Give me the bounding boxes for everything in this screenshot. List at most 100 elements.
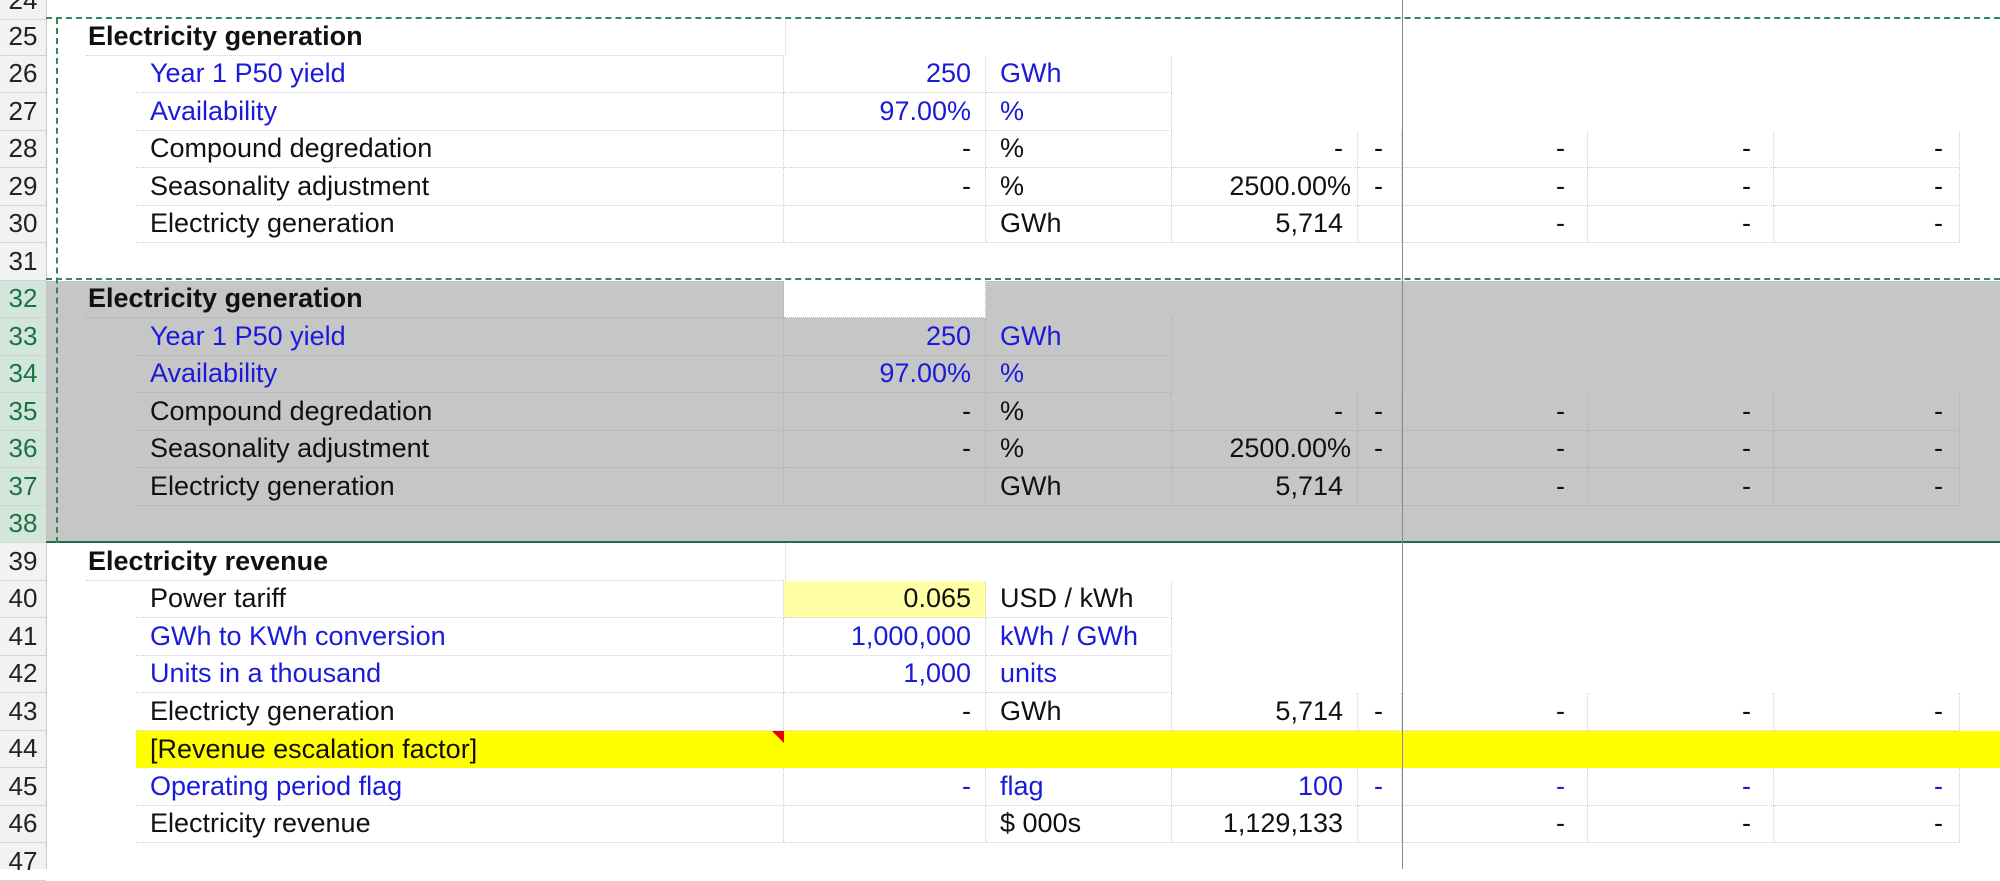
- period-cell[interactable]: -: [1402, 430, 1588, 468]
- period-cell[interactable]: -: [1588, 468, 1774, 506]
- row-number[interactable]: 37: [0, 468, 46, 506]
- row-34[interactable]: 34 Availability 97.00% %: [0, 355, 2000, 393]
- label-cell[interactable]: Compound degredation: [136, 130, 784, 168]
- value-cell[interactable]: -: [784, 768, 986, 806]
- row-39[interactable]: 39 Electricity revenue: [0, 543, 2000, 581]
- section-title[interactable]: Electricity generation: [86, 18, 786, 56]
- value-cell[interactable]: [784, 805, 986, 843]
- row-27[interactable]: 27 Availability 97.00% %: [0, 93, 2000, 131]
- section-title[interactable]: Electricity generation: [86, 280, 784, 318]
- period-cell[interactable]: -: [1774, 468, 1960, 506]
- row-number[interactable]: 33: [0, 318, 46, 356]
- period-cell[interactable]: [1358, 805, 1402, 843]
- row-40[interactable]: 40 Power tariff 0.065 USD / kWh: [0, 580, 2000, 618]
- period-cell[interactable]: -: [1358, 430, 1402, 468]
- row-26[interactable]: 26 Year 1 P50 yield 250 GWh: [0, 55, 2000, 93]
- freeze-pane-divider[interactable]: [1402, 0, 1403, 869]
- row-number[interactable]: 44: [0, 731, 46, 768]
- row-number[interactable]: 28: [0, 131, 46, 168]
- row-31[interactable]: 31: [0, 243, 2000, 281]
- section-title[interactable]: Electricity revenue: [86, 543, 786, 581]
- period-cell[interactable]: -: [1588, 393, 1774, 431]
- unit-cell[interactable]: USD / kWh: [986, 580, 1172, 618]
- row-29[interactable]: 29 Seasonality adjustment - % 2500.00% -…: [0, 168, 2000, 206]
- period-cell[interactable]: -: [1358, 393, 1402, 431]
- label-cell[interactable]: Electricty generation: [136, 693, 784, 731]
- label-cell[interactable]: Electricity revenue: [136, 805, 784, 843]
- row-number[interactable]: 47: [0, 843, 46, 881]
- row-42[interactable]: 42 Units in a thousand 1,000 units: [0, 655, 2000, 693]
- period-cell[interactable]: -: [1588, 168, 1774, 206]
- value-cell[interactable]: 1,000: [784, 655, 986, 693]
- period-cell[interactable]: -: [1358, 168, 1402, 206]
- row-number[interactable]: 29: [0, 168, 46, 206]
- period-cell[interactable]: -: [1402, 168, 1588, 206]
- period-cell[interactable]: -: [1588, 430, 1774, 468]
- label-cell[interactable]: Seasonality adjustment: [136, 430, 784, 468]
- unit-cell[interactable]: kWh / GWh: [986, 618, 1172, 656]
- row-number[interactable]: 27: [0, 93, 46, 131]
- total-cell[interactable]: 100: [1172, 768, 1358, 806]
- row-number[interactable]: 30: [0, 206, 46, 243]
- label-cell[interactable]: Availability: [136, 93, 784, 131]
- unit-cell[interactable]: GWh: [986, 468, 1172, 506]
- unit-cell[interactable]: %: [986, 168, 1172, 206]
- row-46[interactable]: 46 Electricity revenue $ 000s 1,129,133 …: [0, 805, 2000, 843]
- row-32[interactable]: 32 Electricity generation: [0, 280, 2000, 318]
- row-number[interactable]: 45: [0, 768, 46, 806]
- row-number[interactable]: 31: [0, 243, 46, 281]
- period-cell[interactable]: -: [1774, 693, 1960, 731]
- period-cell[interactable]: -: [1774, 430, 1960, 468]
- label-cell[interactable]: Year 1 P50 yield: [136, 55, 784, 93]
- label-cell[interactable]: Year 1 P50 yield: [136, 318, 784, 356]
- period-cell[interactable]: -: [1588, 130, 1774, 168]
- row-number[interactable]: 39: [0, 543, 46, 581]
- label-cell[interactable]: Power tariff: [136, 580, 784, 618]
- value-cell[interactable]: 97.00%: [784, 355, 986, 393]
- period-cell[interactable]: -: [1358, 130, 1402, 168]
- total-cell[interactable]: 2500.00%: [1172, 168, 1358, 206]
- total-cell[interactable]: 5,714: [1172, 205, 1358, 243]
- period-cell[interactable]: -: [1588, 805, 1774, 843]
- row-33[interactable]: 33 Year 1 P50 yield 250 GWh: [0, 318, 2000, 356]
- row-number[interactable]: 40: [0, 581, 46, 618]
- row-38[interactable]: 38: [0, 505, 2000, 543]
- unit-cell[interactable]: $ 000s: [986, 805, 1172, 843]
- period-cell[interactable]: -: [1774, 768, 1960, 806]
- label-cell[interactable]: Seasonality adjustment: [136, 168, 784, 206]
- row-number[interactable]: 24: [0, 0, 46, 20]
- period-cell[interactable]: -: [1774, 205, 1960, 243]
- unit-cell[interactable]: units: [986, 655, 1172, 693]
- label-cell[interactable]: Electricty generation: [136, 205, 784, 243]
- period-cell[interactable]: -: [1588, 768, 1774, 806]
- unit-cell[interactable]: GWh: [986, 318, 1172, 356]
- total-cell[interactable]: 2500.00%: [1172, 430, 1358, 468]
- value-cell[interactable]: -: [784, 693, 986, 731]
- value-cell[interactable]: 1,000,000: [784, 618, 986, 656]
- value-cell[interactable]: 250: [784, 55, 986, 93]
- period-cell[interactable]: -: [1358, 768, 1402, 806]
- unit-cell[interactable]: flag: [986, 768, 1172, 806]
- row-number[interactable]: 38: [0, 505, 46, 543]
- period-cell[interactable]: -: [1402, 768, 1588, 806]
- period-cell[interactable]: -: [1402, 805, 1588, 843]
- row-number[interactable]: 46: [0, 806, 46, 843]
- unit-cell[interactable]: GWh: [986, 55, 1172, 93]
- period-cell[interactable]: [1358, 468, 1402, 506]
- unit-cell[interactable]: GWh: [986, 205, 1172, 243]
- unit-cell[interactable]: %: [986, 393, 1172, 431]
- label-cell[interactable]: [Revenue escalation factor]: [136, 731, 784, 769]
- total-cell[interactable]: 1,129,133: [1172, 805, 1358, 843]
- unit-cell[interactable]: %: [986, 430, 1172, 468]
- period-cell[interactable]: -: [1402, 393, 1588, 431]
- spreadsheet-grid[interactable]: 24 25 Electricity generation 26 Year 1 P…: [0, 0, 2000, 881]
- unit-cell[interactable]: %: [986, 93, 1172, 131]
- row-28[interactable]: 28 Compound degredation - % - - - - -: [0, 130, 2000, 168]
- row-43[interactable]: 43 Electricty generation - GWh 5,714 - -…: [0, 693, 2000, 731]
- row-number[interactable]: 35: [0, 393, 46, 431]
- label-cell[interactable]: Operating period flag: [136, 768, 784, 806]
- row-number[interactable]: 34: [0, 355, 46, 393]
- period-cell[interactable]: -: [1774, 168, 1960, 206]
- row-44[interactable]: 44 [Revenue escalation factor]: [0, 730, 2000, 769]
- row-number[interactable]: 26: [0, 56, 46, 93]
